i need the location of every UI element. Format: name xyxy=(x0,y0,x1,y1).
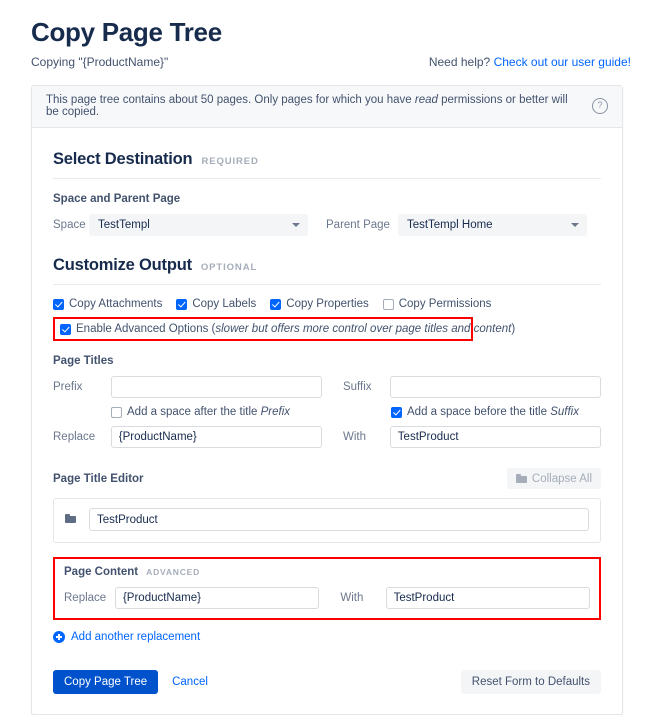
collapse-all-label: Collapse All xyxy=(531,472,592,485)
info-banner: This page tree contains about 50 pages. … xyxy=(32,86,622,128)
space-label: Space xyxy=(53,219,86,231)
page-content-title: Page Content xyxy=(64,566,139,578)
space-select[interactable]: TestTempl xyxy=(89,214,308,236)
select-destination-tag: REQUIRED xyxy=(201,156,259,167)
add-another-replacement-link[interactable]: Add another replacement xyxy=(71,631,200,643)
enable-advanced-options-label-end: ) xyxy=(511,323,516,335)
suffix-input[interactable] xyxy=(389,376,602,398)
customize-output-title: Customize Output xyxy=(53,256,192,274)
prefix-label: Prefix xyxy=(53,381,83,393)
copy-properties-option[interactable]: Copy Properties xyxy=(270,298,369,310)
enable-advanced-options-label-emphasis: slower but offers more control over page… xyxy=(215,323,512,335)
space-after-prefix-checkbox[interactable] xyxy=(111,406,122,418)
space-parent-group-label: Space and Parent Page xyxy=(53,193,181,205)
collapse-all-button[interactable]: Collapse All xyxy=(506,468,601,489)
copy-attachments-label: Copy Attachments xyxy=(69,298,163,310)
copy-permissions-option[interactable]: Copy Permissions xyxy=(382,298,492,310)
page-content-highlight: Page Content ADVANCED Replace With xyxy=(53,557,601,620)
info-banner-text: This page tree contains about 50 pages. … xyxy=(46,94,582,118)
page-title-editor-label: Page Title Editor xyxy=(53,472,144,485)
title-with-input[interactable] xyxy=(389,426,602,448)
copy-permissions-checkbox[interactable] xyxy=(382,298,394,310)
header-subline: Copying "{ProductName}" Need help? Check… xyxy=(31,55,655,69)
folder-icon xyxy=(515,474,527,483)
cancel-button[interactable]: Cancel xyxy=(172,676,208,688)
page-header: Copy Page Tree Copying "{ProductName}" N… xyxy=(0,0,655,69)
copy-options-row: Copy Attachments Copy Labels Copy Proper… xyxy=(53,298,601,310)
folder-icon xyxy=(65,514,78,525)
space-before-suffix-option[interactable]: Add a space before the title Suffix xyxy=(391,406,579,418)
page-titles-block: Page Titles Prefix Suffix Add a space af… xyxy=(53,355,602,448)
copy-labels-label: Copy Labels xyxy=(192,298,257,310)
content-replace-row: Replace With xyxy=(64,587,591,609)
copy-attachments-option[interactable]: Copy Attachments xyxy=(53,298,162,310)
copying-label: Copying "{ProductName}" xyxy=(31,55,169,69)
suffix-label: Suffix xyxy=(342,381,372,393)
customize-output-tag: OPTIONAL xyxy=(200,262,258,273)
page-content-tag: ADVANCED xyxy=(146,567,201,577)
enable-advanced-options-highlight: Enable Advanced Options (slower but offe… xyxy=(53,317,515,341)
parent-page-select-value: TestTempl Home xyxy=(406,219,493,231)
page-title: Copy Page Tree xyxy=(31,17,222,47)
help-prompt-text: Need help? xyxy=(428,55,491,69)
chevron-down-icon xyxy=(570,223,579,227)
question-circle-icon[interactable]: ? xyxy=(592,98,608,114)
copy-page-tree-button[interactable]: Copy Page Tree xyxy=(53,670,159,694)
content-with-input[interactable] xyxy=(385,587,591,609)
copy-labels-checkbox[interactable] xyxy=(176,298,188,310)
help-prompt: Need help? Check out our user guide! xyxy=(429,55,631,69)
enable-advanced-options-label: Enable Advanced Options (slower but offe… xyxy=(76,323,515,335)
info-banner-text-part1: This page tree contains about 50 pages. … xyxy=(46,94,415,106)
space-after-prefix-option[interactable]: Add a space after the title Prefix xyxy=(111,406,323,418)
space-before-suffix-checkbox[interactable] xyxy=(391,406,402,418)
copy-attachments-checkbox[interactable] xyxy=(53,298,64,310)
page-content-header: Page Content ADVANCED xyxy=(64,566,590,578)
title-with-label: With xyxy=(342,431,366,443)
title-replace-row: Replace With xyxy=(53,426,602,448)
prefix-suffix-row: Prefix Suffix xyxy=(53,376,602,398)
copy-properties-label: Copy Properties xyxy=(286,298,369,310)
footer-left-actions: Copy Page Tree Cancel xyxy=(53,670,208,694)
space-before-suffix-label: Add a space before the title Suffix xyxy=(407,406,579,418)
space-before-suffix-label-emphasis: Suffix xyxy=(550,406,579,418)
info-banner-emphasis: read xyxy=(414,94,438,106)
space-options-row: Add a space after the title Prefix Add a… xyxy=(53,406,601,418)
select-destination-title: Select Destination xyxy=(53,150,193,168)
copy-page-tree-card: This page tree contains about 50 pages. … xyxy=(31,85,623,715)
space-after-prefix-label: Add a space after the title Prefix xyxy=(127,406,290,418)
enable-advanced-options-checkbox[interactable] xyxy=(60,323,71,335)
reset-form-button[interactable]: Reset Form to Defaults xyxy=(460,670,601,694)
form-footer: Copy Page Tree Cancel Reset Form to Defa… xyxy=(53,670,601,694)
space-row-spacer-right xyxy=(323,406,391,418)
enable-advanced-options-label-main: Enable Advanced Options ( xyxy=(76,323,216,335)
chevron-down-icon xyxy=(292,223,300,227)
parent-page-label: Parent Page xyxy=(326,219,390,231)
space-before-suffix-label-main: Add a space before the title xyxy=(407,406,551,418)
page-title-editor-panel xyxy=(53,498,601,543)
title-replace-input[interactable] xyxy=(110,426,322,448)
space-row-spacer-left xyxy=(53,406,111,418)
space-select-value: TestTempl xyxy=(98,219,150,231)
user-guide-link[interactable]: Check out our user guide! xyxy=(494,55,631,69)
title-replace-label: Replace xyxy=(53,431,96,443)
content-replace-input[interactable] xyxy=(114,587,320,609)
page-title-editor-header: Page Title Editor Collapse All xyxy=(53,468,601,489)
parent-page-select[interactable]: TestTempl Home xyxy=(397,214,587,236)
space-parent-row: Space TestTempl Parent Page TestTempl Ho… xyxy=(53,214,601,236)
content-replace-label: Replace xyxy=(64,592,107,604)
prefix-input[interactable] xyxy=(110,376,322,398)
content-with-label: With xyxy=(340,592,364,604)
plus-circle-icon xyxy=(53,631,65,643)
space-after-prefix-label-main: Add a space after the title xyxy=(127,406,261,418)
add-replacement-row[interactable]: Add another replacement xyxy=(53,631,601,643)
space-after-prefix-label-emphasis: Prefix xyxy=(260,406,291,418)
copy-properties-checkbox[interactable] xyxy=(270,298,282,310)
copy-labels-option[interactable]: Copy Labels xyxy=(176,298,256,310)
card-body: Select Destination REQUIRED Space and Pa… xyxy=(32,128,622,714)
copy-permissions-label: Copy Permissions xyxy=(398,298,492,310)
page-title-editor-input[interactable] xyxy=(89,508,589,531)
select-destination-header: Select Destination REQUIRED xyxy=(53,150,601,179)
page-titles-group-label: Page Titles xyxy=(53,355,114,367)
customize-output-header: Customize Output OPTIONAL xyxy=(53,256,601,285)
